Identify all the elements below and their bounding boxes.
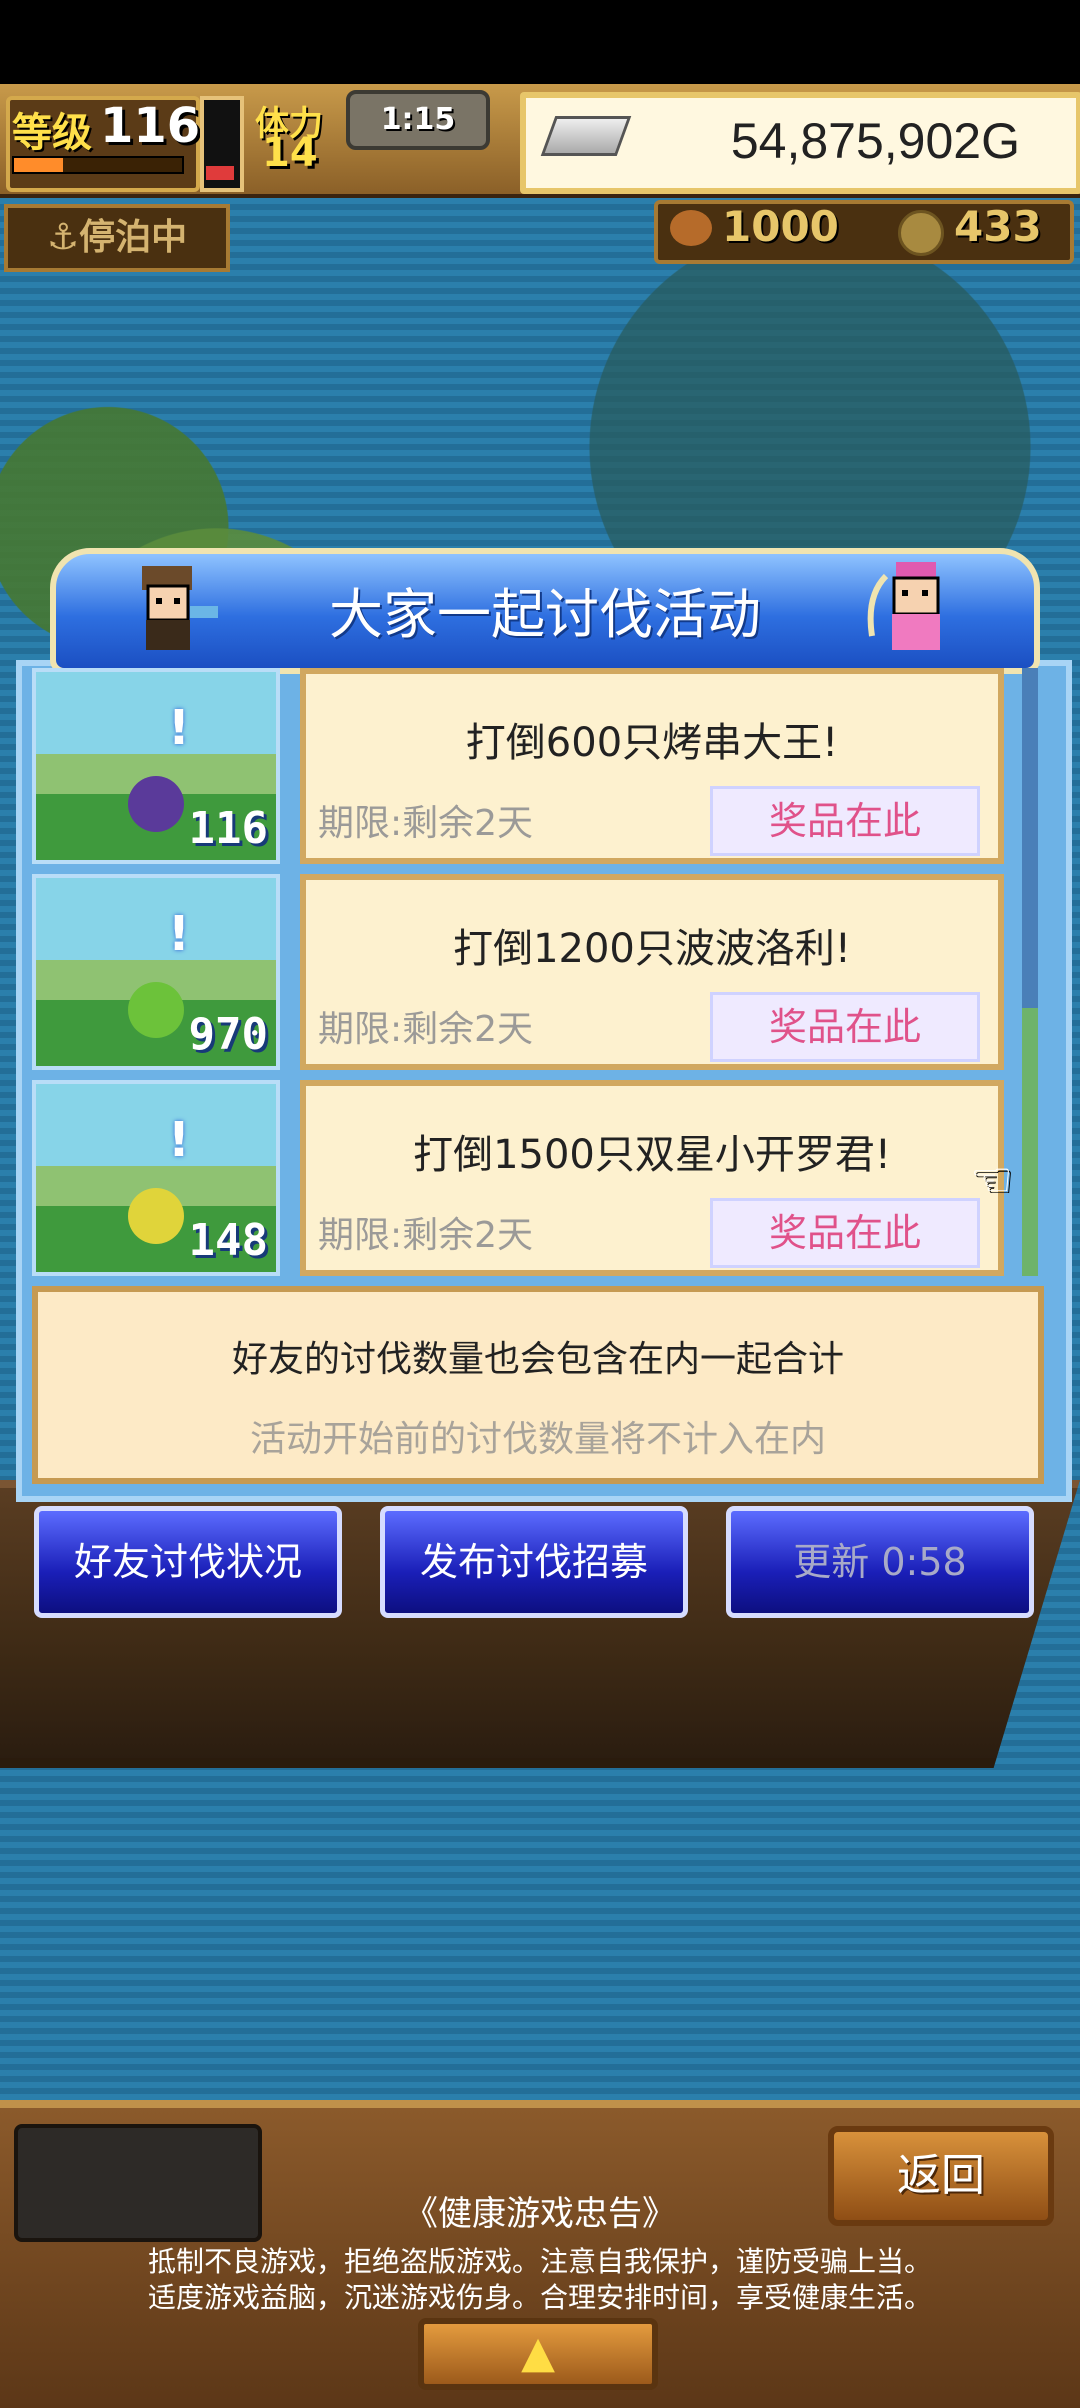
notice-text: 好友的讨伐数量也会包含在内一起合计: [231, 1339, 844, 1380]
resource-2-value: 433: [954, 202, 1042, 251]
event-row: ! 148 打倒1500只双星小开罗君! 期限:剩余2天 奖品在此: [32, 1080, 1012, 1276]
event-title: 打倒1200只波波洛利!: [453, 926, 851, 972]
monster-sprite: [128, 982, 184, 1038]
event-title: 打倒600只烤串大王!: [465, 720, 839, 766]
monster-sprite: [128, 776, 184, 832]
stamina-value: 14: [262, 130, 318, 176]
prize-button[interactable]: 奖品在此: [710, 1198, 980, 1268]
food-icon: [670, 210, 712, 246]
event-title: 打倒1500只双星小开罗君!: [413, 1132, 891, 1178]
level-label: 等级: [12, 110, 92, 156]
alert-icon: !: [168, 1112, 190, 1168]
event-thumbnail: ! 148: [32, 1080, 280, 1276]
event-deadline: 期限:剩余2天: [318, 1009, 534, 1050]
event-deadline: 期限:剩余2天: [318, 803, 534, 844]
monster-sprite: [128, 1188, 184, 1244]
alert-icon: !: [168, 906, 190, 962]
level-value: 116: [100, 98, 201, 154]
up-arrow-icon: ▲: [521, 2327, 555, 2378]
event-kill-count: 970: [188, 1009, 268, 1060]
health-advisory-title: 《健康游戏忠告》: [404, 2194, 676, 2234]
event-deadline: 期限:剩余2天: [318, 1215, 534, 1256]
anchor-icon: ⚓: [46, 217, 80, 258]
alert-icon: !: [168, 700, 190, 756]
gold-amount: 54,875,902G: [730, 113, 1020, 169]
health-advisory-line: 适度游戏益脑，沉迷游戏伤身。合理安排时间，享受健康生活。: [147, 2281, 932, 2314]
dialog-title: 大家一起讨伐活动: [329, 583, 761, 646]
event-thumbnail: ! 970: [32, 874, 280, 1070]
coin-icon: [898, 210, 944, 256]
silver-bar-icon: [540, 116, 632, 156]
status-bar: [0, 0, 1080, 84]
stamina-gauge-fill: [206, 166, 234, 180]
stamina-timer: 1:15: [346, 90, 490, 150]
event-row: ! 970 打倒1200只波波洛利! 期限:剩余2天 奖品在此: [32, 874, 1012, 1070]
health-advisory-line: 抵制不良游戏，拒绝盗版游戏。注意自我保护，谨防受骗上当。: [147, 2245, 932, 2278]
notice-subtext: 活动开始前的讨伐数量将不计入在内: [249, 1419, 826, 1460]
prize-button[interactable]: 奖品在此: [710, 992, 980, 1062]
post-recruit-button[interactable]: 发布讨伐招募: [380, 1506, 688, 1618]
event-kill-count: 116: [188, 803, 268, 854]
anchor-status-label: 停泊中: [79, 217, 188, 258]
expand-menu-button[interactable]: ▲: [418, 2318, 658, 2390]
event-card: 打倒600只烤串大王! 期限:剩余2天 奖品在此: [300, 668, 1004, 864]
refresh-button[interactable]: 更新 0:58: [726, 1506, 1034, 1618]
event-kill-count: 148: [188, 1215, 268, 1266]
event-card: 打倒1200只波波洛利! 期限:剩余2天 奖品在此: [300, 874, 1004, 1070]
event-card: 打倒1500只双星小开罗君! 期限:剩余2天 奖品在此: [300, 1080, 1004, 1276]
event-row: ! 116 打倒600只烤串大王! 期限:剩余2天 奖品在此: [32, 668, 1012, 864]
anchor-status[interactable]: ⚓停泊中: [4, 204, 230, 272]
scrollbar-thumb[interactable]: [1022, 1008, 1038, 1276]
prize-button[interactable]: 奖品在此: [710, 786, 980, 856]
exp-bar-fill: [14, 158, 63, 172]
event-thumbnail: ! 116: [32, 668, 280, 864]
pointer-hand-icon: ☜: [970, 1152, 1014, 1208]
friend-status-button[interactable]: 好友讨伐状况: [34, 1506, 342, 1618]
resource-1-value: 1000: [722, 202, 839, 251]
